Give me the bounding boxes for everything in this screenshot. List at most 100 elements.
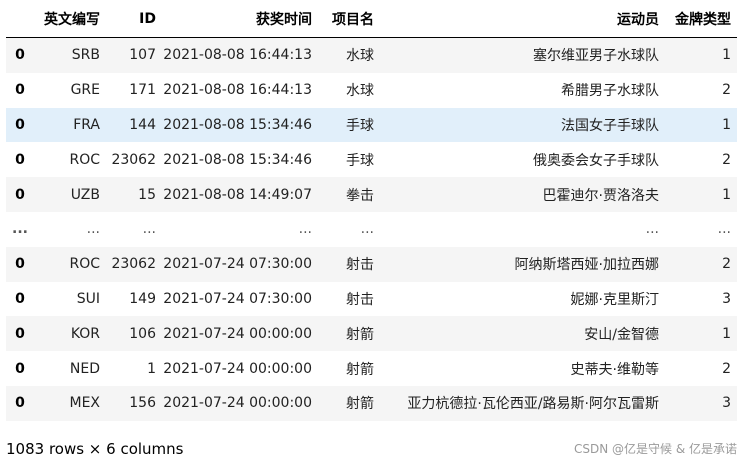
cell-id: 149 xyxy=(129,290,156,307)
cell-time: 2021-07-24 07:30:00 xyxy=(163,256,312,273)
row-index: 0 xyxy=(15,116,25,133)
cell-id: 106 xyxy=(129,325,156,342)
cell-code: ROC xyxy=(69,151,100,168)
table-row: 0 SUI 149 2021-07-24 07:30:00 射击 妮娜·克里斯汀… xyxy=(6,281,737,317)
cell-event: 射箭 xyxy=(346,326,374,343)
table-row: 0 UZB 15 2021-08-08 14:49:07 拳击 巴霍迪尔·贾洛洛… xyxy=(6,177,737,212)
cell-athlete: 阿纳斯塔西娅·加拉西娜 xyxy=(514,257,659,274)
cell-event: 射击 xyxy=(346,291,374,308)
cell-medal: 2 xyxy=(722,82,731,99)
row-index: 0 xyxy=(15,256,25,273)
cell-code: UZB xyxy=(70,186,100,203)
column-header-index xyxy=(6,0,34,38)
cell-time: 2021-08-08 16:44:13 xyxy=(163,47,312,64)
row-index: 0 xyxy=(15,290,25,307)
cell-code: FRA xyxy=(73,116,100,133)
table-row: 0 KOR 106 2021-07-24 00:00:00 射箭 安山/金智德 … xyxy=(6,316,737,352)
cell-time: 2021-07-24 00:00:00 xyxy=(163,360,312,377)
page: { "table": { "columns": ["", "英文编写", "ID… xyxy=(0,0,749,464)
cell-athlete: 巴霍迪尔·贾洛洛夫 xyxy=(542,187,659,204)
row-index: 0 xyxy=(15,151,25,168)
cell-event: 手球 xyxy=(346,117,374,134)
cell-id: 15 xyxy=(138,186,156,203)
cell-id: 23062 xyxy=(111,151,156,168)
cell-medal: 2 xyxy=(722,256,731,273)
header-row: 英文编写 ID 获奖时间 项目名 运动员 金牌类型 xyxy=(6,0,737,38)
cell-time: 2021-07-24 07:30:00 xyxy=(163,290,312,307)
column-header-event: 项目名 xyxy=(318,0,380,38)
cell-id: 1 xyxy=(147,360,156,377)
table-row-ellipsis: ... ... ... ... ... ... ... xyxy=(6,211,737,247)
cell-event: 水球 xyxy=(346,48,374,65)
cell-event: 手球 xyxy=(346,152,374,169)
cell-time: 2021-07-24 00:00:00 xyxy=(163,325,312,342)
cell-code: GRE xyxy=(70,82,100,99)
cell-code: MEX xyxy=(69,395,100,412)
cell-medal: 2 xyxy=(722,151,731,168)
cell-time: 2021-08-08 14:49:07 xyxy=(163,186,312,203)
cell-id: 156 xyxy=(129,395,156,412)
cell-code: SRB xyxy=(71,47,100,64)
column-header-medal: 金牌类型 xyxy=(665,0,737,38)
row-index: 0 xyxy=(15,186,25,203)
cell-event: 射箭 xyxy=(346,396,374,413)
cell-athlete: 安山/金智德 xyxy=(584,326,659,343)
cell-event: ... xyxy=(360,221,374,238)
row-index: 0 xyxy=(15,360,25,377)
cell-id: 144 xyxy=(129,116,156,133)
column-header-id: ID xyxy=(106,0,162,38)
cell-id: 171 xyxy=(129,82,156,99)
cell-event: 射箭 xyxy=(346,361,374,378)
table-body: 0 SRB 107 2021-08-08 16:44:13 水球 塞尔维亚男子水… xyxy=(6,37,737,421)
cell-athlete: 妮娜·克里斯汀 xyxy=(570,291,659,308)
dataframe-shape-label: 1083 rows × 6 columns xyxy=(6,440,184,458)
cell-id: 23062 xyxy=(111,256,156,273)
cell-time: 2021-07-24 00:00:00 xyxy=(163,395,312,412)
cell-time: ... xyxy=(298,221,312,238)
cell-code: SUI xyxy=(76,290,100,307)
cell-medal: 1 xyxy=(722,116,731,133)
table-row: 0 NED 1 2021-07-24 00:00:00 射箭 史蒂夫·维勒等 2 xyxy=(6,351,737,386)
cell-id: 107 xyxy=(129,47,156,64)
watermark-text: CSDN @亿是守候 & 亿是承诺 xyxy=(573,442,737,456)
cell-medal: ... xyxy=(717,221,731,238)
table-row: 0 MEX 156 2021-07-24 00:00:00 射箭 亚力杭德拉·瓦… xyxy=(6,385,737,421)
cell-medal: 1 xyxy=(722,186,731,203)
cell-medal: 3 xyxy=(722,290,731,307)
cell-medal: 2 xyxy=(722,360,731,377)
cell-time: 2021-08-08 15:34:46 xyxy=(163,116,312,133)
cell-athlete: ... xyxy=(645,221,659,238)
table-row: 0 GRE 171 2021-08-08 16:44:13 水球 希腊男子水球队… xyxy=(6,72,737,108)
cell-athlete: 法国女子手球队 xyxy=(561,117,659,134)
cell-medal: 3 xyxy=(722,395,731,412)
dataframe-output: 英文编写 ID 获奖时间 项目名 运动员 金牌类型 0 SRB 107 2021… xyxy=(6,0,737,421)
cell-athlete: 亚力杭德拉·瓦伦西亚/路易斯·阿尔瓦雷斯 xyxy=(407,396,659,413)
table-header: 英文编写 ID 获奖时间 项目名 运动员 金牌类型 xyxy=(6,0,737,38)
column-header-time: 获奖时间 xyxy=(162,0,318,38)
row-index: ... xyxy=(12,221,28,238)
cell-code: ... xyxy=(86,221,100,238)
cell-event: 射击 xyxy=(346,257,374,274)
table-row-hovered: 0 FRA 144 2021-08-08 15:34:46 手球 法国女子手球队… xyxy=(6,107,737,143)
cell-time: 2021-08-08 16:44:13 xyxy=(163,82,312,99)
cell-code: KOR xyxy=(70,325,100,342)
cell-medal: 1 xyxy=(722,325,731,342)
row-index: 0 xyxy=(15,395,25,412)
cell-athlete: 塞尔维亚男子水球队 xyxy=(533,48,659,65)
dataframe-table: 英文编写 ID 获奖时间 项目名 运动员 金牌类型 0 SRB 107 2021… xyxy=(6,0,737,421)
table-row: 0 ROC 23062 2021-07-24 07:30:00 射击 阿纳斯塔西… xyxy=(6,246,737,282)
table-row: 0 ROC 23062 2021-08-08 15:34:46 手球 俄奥委会女… xyxy=(6,142,737,178)
cell-athlete: 希腊男子水球队 xyxy=(561,83,659,100)
row-index: 0 xyxy=(15,325,25,342)
cell-code: NED xyxy=(69,360,100,377)
cell-event: 水球 xyxy=(346,83,374,100)
cell-event: 拳击 xyxy=(346,187,374,204)
cell-athlete: 俄奥委会女子手球队 xyxy=(533,152,659,169)
column-header-code: 英文编写 xyxy=(34,0,106,38)
column-header-athlete: 运动员 xyxy=(380,0,665,38)
row-index: 0 xyxy=(15,47,25,64)
cell-time: 2021-08-08 15:34:46 xyxy=(163,151,312,168)
table-row: 0 SRB 107 2021-08-08 16:44:13 水球 塞尔维亚男子水… xyxy=(6,37,737,73)
row-index: 0 xyxy=(15,82,25,99)
cell-id: ... xyxy=(142,221,156,238)
